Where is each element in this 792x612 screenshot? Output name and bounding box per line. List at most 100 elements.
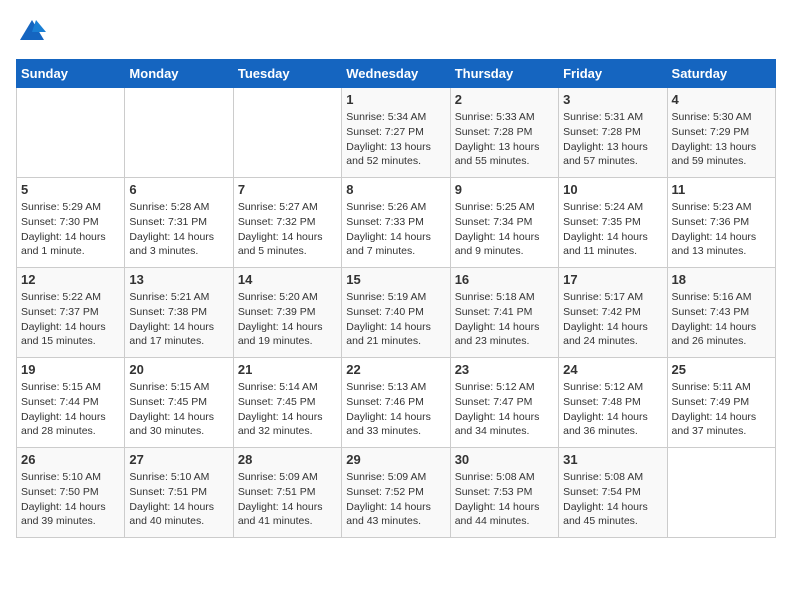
day-info: Sunrise: 5:16 AMSunset: 7:43 PMDaylight:… xyxy=(672,290,771,349)
day-info: Sunrise: 5:10 AMSunset: 7:51 PMDaylight:… xyxy=(129,470,228,529)
calendar-cell: 31 Sunrise: 5:08 AMSunset: 7:54 PMDayligh… xyxy=(559,448,667,538)
calendar-cell: 1 Sunrise: 5:34 AMSunset: 7:27 PMDaylight… xyxy=(342,88,450,178)
day-info: Sunrise: 5:12 AMSunset: 7:48 PMDaylight:… xyxy=(563,380,662,439)
day-number: 7 xyxy=(238,182,337,197)
day-info: Sunrise: 5:15 AMSunset: 7:45 PMDaylight:… xyxy=(129,380,228,439)
calendar-table: SundayMondayTuesdayWednesdayThursdayFrid… xyxy=(16,59,776,538)
calendar-cell: 7 Sunrise: 5:27 AMSunset: 7:32 PMDaylight… xyxy=(233,178,341,268)
week-row-1: 1 Sunrise: 5:34 AMSunset: 7:27 PMDaylight… xyxy=(17,88,776,178)
day-info: Sunrise: 5:15 AMSunset: 7:44 PMDaylight:… xyxy=(21,380,120,439)
header-wednesday: Wednesday xyxy=(342,60,450,88)
day-info: Sunrise: 5:33 AMSunset: 7:28 PMDaylight:… xyxy=(455,110,554,169)
day-info: Sunrise: 5:25 AMSunset: 7:34 PMDaylight:… xyxy=(455,200,554,259)
day-info: Sunrise: 5:19 AMSunset: 7:40 PMDaylight:… xyxy=(346,290,445,349)
day-number: 17 xyxy=(563,272,662,287)
day-info: Sunrise: 5:14 AMSunset: 7:45 PMDaylight:… xyxy=(238,380,337,439)
day-number: 14 xyxy=(238,272,337,287)
day-info: Sunrise: 5:26 AMSunset: 7:33 PMDaylight:… xyxy=(346,200,445,259)
day-number: 23 xyxy=(455,362,554,377)
calendar-cell: 14 Sunrise: 5:20 AMSunset: 7:39 PMDayligh… xyxy=(233,268,341,358)
calendar-cell: 22 Sunrise: 5:13 AMSunset: 7:46 PMDayligh… xyxy=(342,358,450,448)
day-number: 21 xyxy=(238,362,337,377)
calendar-cell: 16 Sunrise: 5:18 AMSunset: 7:41 PMDayligh… xyxy=(450,268,558,358)
calendar-header-row: SundayMondayTuesdayWednesdayThursdayFrid… xyxy=(17,60,776,88)
calendar-cell: 3Sunrise: 5:31 AMSunset: 7:28 PMDaylight… xyxy=(559,88,667,178)
day-info: Sunrise: 5:11 AMSunset: 7:49 PMDaylight:… xyxy=(672,380,771,439)
day-number: 8 xyxy=(346,182,445,197)
day-info: Sunrise: 5:23 AMSunset: 7:36 PMDaylight:… xyxy=(672,200,771,259)
calendar-cell: 8 Sunrise: 5:26 AMSunset: 7:33 PMDaylight… xyxy=(342,178,450,268)
header-thursday: Thursday xyxy=(450,60,558,88)
calendar-cell: 17 Sunrise: 5:17 AMSunset: 7:42 PMDayligh… xyxy=(559,268,667,358)
day-info: Sunrise: 5:18 AMSunset: 7:41 PMDaylight:… xyxy=(455,290,554,349)
day-number: 27 xyxy=(129,452,228,467)
calendar-cell: 21 Sunrise: 5:14 AMSunset: 7:45 PMDayligh… xyxy=(233,358,341,448)
calendar-cell: 11 Sunrise: 5:23 AMSunset: 7:36 PMDayligh… xyxy=(667,178,775,268)
day-info: Sunrise: 5:10 AMSunset: 7:50 PMDaylight:… xyxy=(21,470,120,529)
calendar-cell: 5Sunrise: 5:29 AMSunset: 7:30 PMDaylight… xyxy=(17,178,125,268)
day-number: 12 xyxy=(21,272,120,287)
day-number: 26 xyxy=(21,452,120,467)
calendar-cell: 2 Sunrise: 5:33 AMSunset: 7:28 PMDaylight… xyxy=(450,88,558,178)
calendar-cell: 27 Sunrise: 5:10 AMSunset: 7:51 PMDayligh… xyxy=(125,448,233,538)
day-number: 24 xyxy=(563,362,662,377)
calendar-cell: 23 Sunrise: 5:12 AMSunset: 7:47 PMDayligh… xyxy=(450,358,558,448)
day-info: Sunrise: 5:24 AMSunset: 7:35 PMDaylight:… xyxy=(563,200,662,259)
day-info: Sunrise: 5:20 AMSunset: 7:39 PMDaylight:… xyxy=(238,290,337,349)
calendar-cell: 30 Sunrise: 5:08 AMSunset: 7:53 PMDayligh… xyxy=(450,448,558,538)
day-info: Sunrise: 5:08 AMSunset: 7:54 PMDaylight:… xyxy=(563,470,662,529)
day-number: 18 xyxy=(672,272,771,287)
logo-icon xyxy=(18,16,46,44)
header-sunday: Sunday xyxy=(17,60,125,88)
calendar-cell xyxy=(233,88,341,178)
day-number: 19 xyxy=(21,362,120,377)
calendar-cell: 15 Sunrise: 5:19 AMSunset: 7:40 PMDayligh… xyxy=(342,268,450,358)
day-number: 22 xyxy=(346,362,445,377)
calendar-cell xyxy=(17,88,125,178)
header-saturday: Saturday xyxy=(667,60,775,88)
day-number: 29 xyxy=(346,452,445,467)
day-info: Sunrise: 5:17 AMSunset: 7:42 PMDaylight:… xyxy=(563,290,662,349)
week-row-2: 5Sunrise: 5:29 AMSunset: 7:30 PMDaylight… xyxy=(17,178,776,268)
calendar-cell: 20Sunrise: 5:15 AMSunset: 7:45 PMDayligh… xyxy=(125,358,233,448)
day-info: Sunrise: 5:08 AMSunset: 7:53 PMDaylight:… xyxy=(455,470,554,529)
calendar-cell: 28Sunrise: 5:09 AMSunset: 7:51 PMDayligh… xyxy=(233,448,341,538)
day-number: 2 xyxy=(455,92,554,107)
calendar-cell: 24 Sunrise: 5:12 AMSunset: 7:48 PMDayligh… xyxy=(559,358,667,448)
day-number: 3 xyxy=(563,92,662,107)
day-number: 5 xyxy=(21,182,120,197)
day-number: 1 xyxy=(346,92,445,107)
header-friday: Friday xyxy=(559,60,667,88)
calendar-cell: 12 Sunrise: 5:22 AMSunset: 7:37 PMDayligh… xyxy=(17,268,125,358)
calendar-cell: 10 Sunrise: 5:24 AMSunset: 7:35 PMDayligh… xyxy=(559,178,667,268)
week-row-5: 26 Sunrise: 5:10 AMSunset: 7:50 PMDayligh… xyxy=(17,448,776,538)
day-info: Sunrise: 5:09 AMSunset: 7:51 PMDaylight:… xyxy=(238,470,337,529)
day-number: 16 xyxy=(455,272,554,287)
calendar-cell: 13Sunrise: 5:21 AMSunset: 7:38 PMDayligh… xyxy=(125,268,233,358)
day-number: 30 xyxy=(455,452,554,467)
day-info: Sunrise: 5:30 AMSunset: 7:29 PMDaylight:… xyxy=(672,110,771,169)
week-row-4: 19 Sunrise: 5:15 AMSunset: 7:44 PMDayligh… xyxy=(17,358,776,448)
day-number: 10 xyxy=(563,182,662,197)
day-info: Sunrise: 5:22 AMSunset: 7:37 PMDaylight:… xyxy=(21,290,120,349)
day-number: 31 xyxy=(563,452,662,467)
day-info: Sunrise: 5:28 AMSunset: 7:31 PMDaylight:… xyxy=(129,200,228,259)
day-number: 11 xyxy=(672,182,771,197)
week-row-3: 12 Sunrise: 5:22 AMSunset: 7:37 PMDayligh… xyxy=(17,268,776,358)
calendar-cell: 25Sunrise: 5:11 AMSunset: 7:49 PMDayligh… xyxy=(667,358,775,448)
day-number: 15 xyxy=(346,272,445,287)
calendar-cell xyxy=(125,88,233,178)
page-header xyxy=(16,16,776,49)
day-number: 4 xyxy=(672,92,771,107)
header-monday: Monday xyxy=(125,60,233,88)
day-info: Sunrise: 5:21 AMSunset: 7:38 PMDaylight:… xyxy=(129,290,228,349)
day-info: Sunrise: 5:13 AMSunset: 7:46 PMDaylight:… xyxy=(346,380,445,439)
calendar-cell: 19 Sunrise: 5:15 AMSunset: 7:44 PMDayligh… xyxy=(17,358,125,448)
calendar-cell: 18 Sunrise: 5:16 AMSunset: 7:43 PMDayligh… xyxy=(667,268,775,358)
day-number: 6 xyxy=(129,182,228,197)
day-info: Sunrise: 5:27 AMSunset: 7:32 PMDaylight:… xyxy=(238,200,337,259)
day-info: Sunrise: 5:34 AMSunset: 7:27 PMDaylight:… xyxy=(346,110,445,169)
calendar-cell: 6 Sunrise: 5:28 AMSunset: 7:31 PMDaylight… xyxy=(125,178,233,268)
day-info: Sunrise: 5:12 AMSunset: 7:47 PMDaylight:… xyxy=(455,380,554,439)
calendar-cell: 9Sunrise: 5:25 AMSunset: 7:34 PMDaylight… xyxy=(450,178,558,268)
